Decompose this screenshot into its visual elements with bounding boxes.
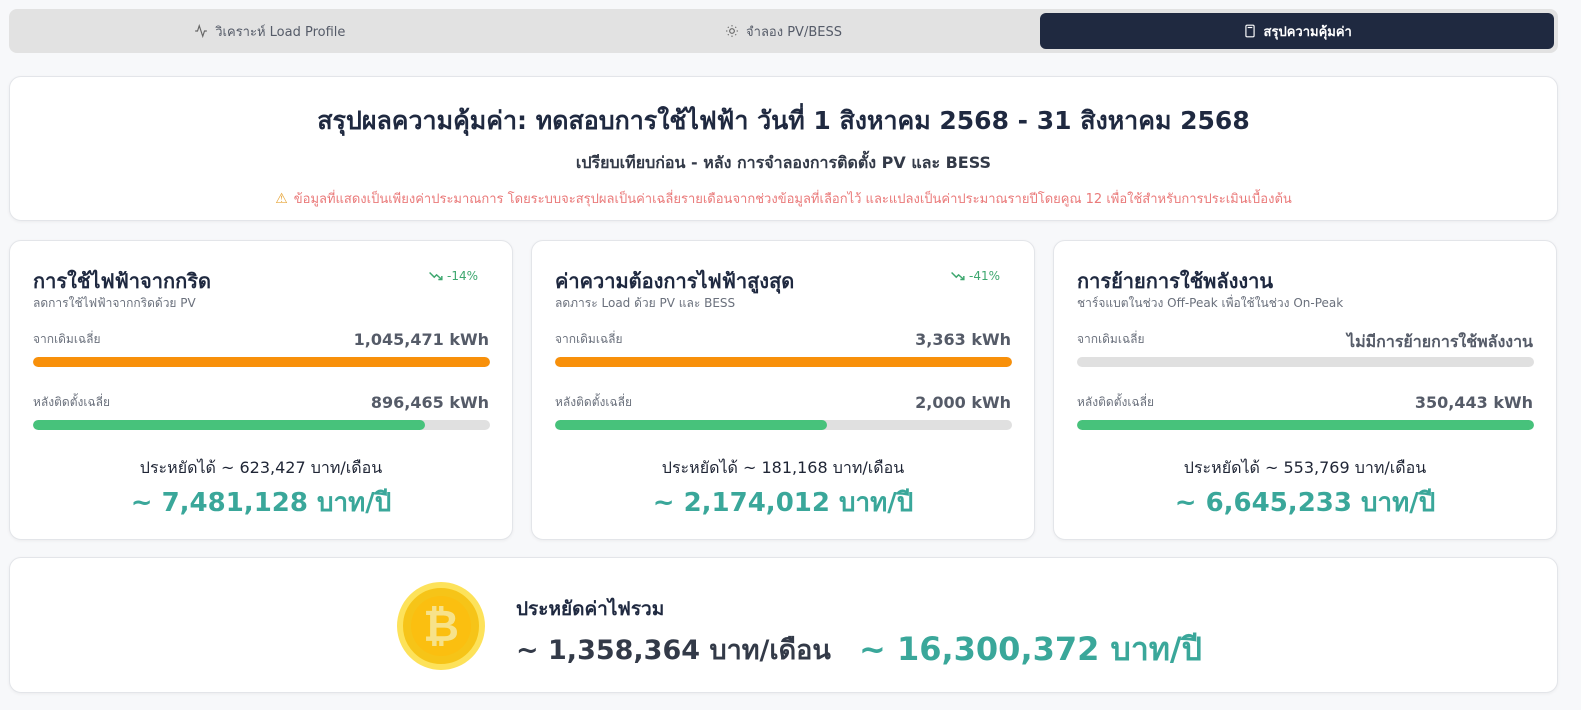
- before-value: ไม่มีการย้ายการใช้พลังงาน: [1347, 332, 1533, 351]
- page-subtitle: เปรียบเทียบก่อน - หลัง การจำลองการติดตั้…: [575, 153, 992, 172]
- after-bar-fill: [33, 420, 425, 430]
- trend-badge: -14%: [429, 269, 478, 283]
- after-label: หลังติดตั้งเฉลี่ย: [1077, 395, 1155, 409]
- before-bar-fill: [33, 357, 490, 367]
- warning-icon: ⚠: [275, 190, 288, 207]
- before-bar-fill: [555, 357, 1012, 367]
- metric-card-grid-usage: การใช้ไฟฟ้าจากกริด ลดการใช้ไฟฟ้าจากกริดด…: [9, 240, 513, 540]
- tab-label: จำลอง PV/BESS: [746, 24, 842, 40]
- monthly-savings: ประหยัดได้ ~ 553,769 บาท/เดือน: [1183, 458, 1427, 477]
- after-value: 350,443 kWh: [1414, 393, 1533, 412]
- before-label: จากเดิมเฉลี่ย: [1077, 332, 1145, 346]
- disclaimer-note: ⚠ ข้อมูลที่แสดงเป็นเพียงค่าประมาณการ โดย…: [10, 188, 1557, 209]
- bitcoin-coin-icon: ₿: [397, 582, 485, 670]
- sun-icon: [726, 25, 738, 37]
- after-bar: [555, 420, 1012, 430]
- after-label: หลังติดตั้งเฉลี่ย: [555, 395, 633, 409]
- after-value: 896,465 kWh: [370, 393, 489, 412]
- tab-label: สรุปความคุ้มค่า: [1263, 24, 1352, 40]
- trend-value: -41%: [968, 269, 1000, 283]
- before-value: 3,363 kWh: [915, 330, 1011, 349]
- trend-value: -14%: [446, 269, 478, 283]
- after-bar: [1077, 420, 1534, 430]
- calculator-icon: [1244, 24, 1255, 38]
- before-bar: [33, 357, 490, 367]
- activity-icon: [195, 24, 208, 38]
- monthly-savings: ประหยัดได้ ~ 181,168 บาท/เดือน: [661, 458, 905, 477]
- metric-description: ลดการใช้ไฟฟ้าจากกริดด้วย PV: [33, 296, 196, 310]
- trending-down-icon: [429, 271, 443, 281]
- metric-card-load-shifting: การย้ายการใช้พลังงาน ชาร์จแบตในช่วง Off-…: [1053, 240, 1557, 540]
- total-savings-card: ₿ ประหยัดค่าไฟรวม ~ 1,358,364 บาท/เดือน …: [9, 557, 1558, 693]
- before-label: จากเดิมเฉลี่ย: [555, 332, 623, 346]
- monthly-savings: ประหยัดได้ ~ 623,427 บาท/เดือน: [139, 458, 383, 477]
- yearly-savings: ~ 6,645,233 บาท/ปี: [1174, 488, 1436, 518]
- metric-title: การย้ายการใช้พลังงาน: [1077, 269, 1274, 293]
- total-title: ประหยัดค่าไฟรวม: [516, 598, 665, 620]
- after-bar-fill: [555, 420, 827, 430]
- tab-bar: วิเคราะห์ Load Profile จำลอง PV/BESS สรุ…: [9, 9, 1558, 53]
- disclaimer-text: ข้อมูลที่แสดงเป็นเพียงค่าประมาณการ โดยระ…: [293, 192, 1292, 207]
- before-bar: [555, 357, 1012, 367]
- page-title: สรุปผลความคุ้มค่า: ทดสอบการใช้ไฟฟ้า วันท…: [317, 106, 1250, 135]
- before-label: จากเดิมเฉลี่ย: [33, 332, 101, 346]
- trending-down-icon: [951, 271, 965, 281]
- yearly-savings: ~ 7,481,128 บาท/ปี: [130, 488, 392, 518]
- tab-summary[interactable]: สรุปความคุ้มค่า: [1040, 13, 1555, 49]
- metric-title: ค่าความต้องการไฟฟ้าสูงสุด: [555, 269, 795, 293]
- metric-title: การใช้ไฟฟ้าจากกริด: [33, 269, 211, 293]
- total-yearly-savings: ~ 16,300,372 บาท/ปี: [859, 630, 1202, 668]
- before-bar: [1077, 357, 1534, 367]
- after-label: หลังติดตั้งเฉลี่ย: [33, 395, 111, 409]
- yearly-savings: ~ 2,174,012 บาท/ปี: [652, 488, 914, 518]
- trend-badge: -41%: [951, 269, 1000, 283]
- tab-load-profile[interactable]: วิเคราะห์ Load Profile: [13, 13, 527, 49]
- metric-card-peak-demand: ค่าความต้องการไฟฟ้าสูงสุด ลดภาระ Load ด้…: [531, 240, 1035, 540]
- metric-description: ลดภาระ Load ด้วย PV และ BESS: [555, 296, 736, 310]
- total-monthly-savings: ~ 1,358,364 บาท/เดือน: [516, 635, 831, 666]
- tab-label: วิเคราะห์ Load Profile: [215, 24, 346, 40]
- after-bar: [33, 420, 490, 430]
- summary-header-card: สรุปผลความคุ้มค่า: ทดสอบการใช้ไฟฟ้า วันท…: [9, 76, 1558, 221]
- after-value: 2,000 kWh: [915, 393, 1011, 412]
- before-value: 1,045,471 kWh: [353, 330, 489, 349]
- tab-pv-bess[interactable]: จำลอง PV/BESS: [527, 13, 1041, 49]
- after-bar-fill: [1077, 420, 1534, 430]
- metric-description: ชาร์จแบตในช่วง Off-Peak เพื่อใช้ในช่วง O…: [1077, 296, 1344, 310]
